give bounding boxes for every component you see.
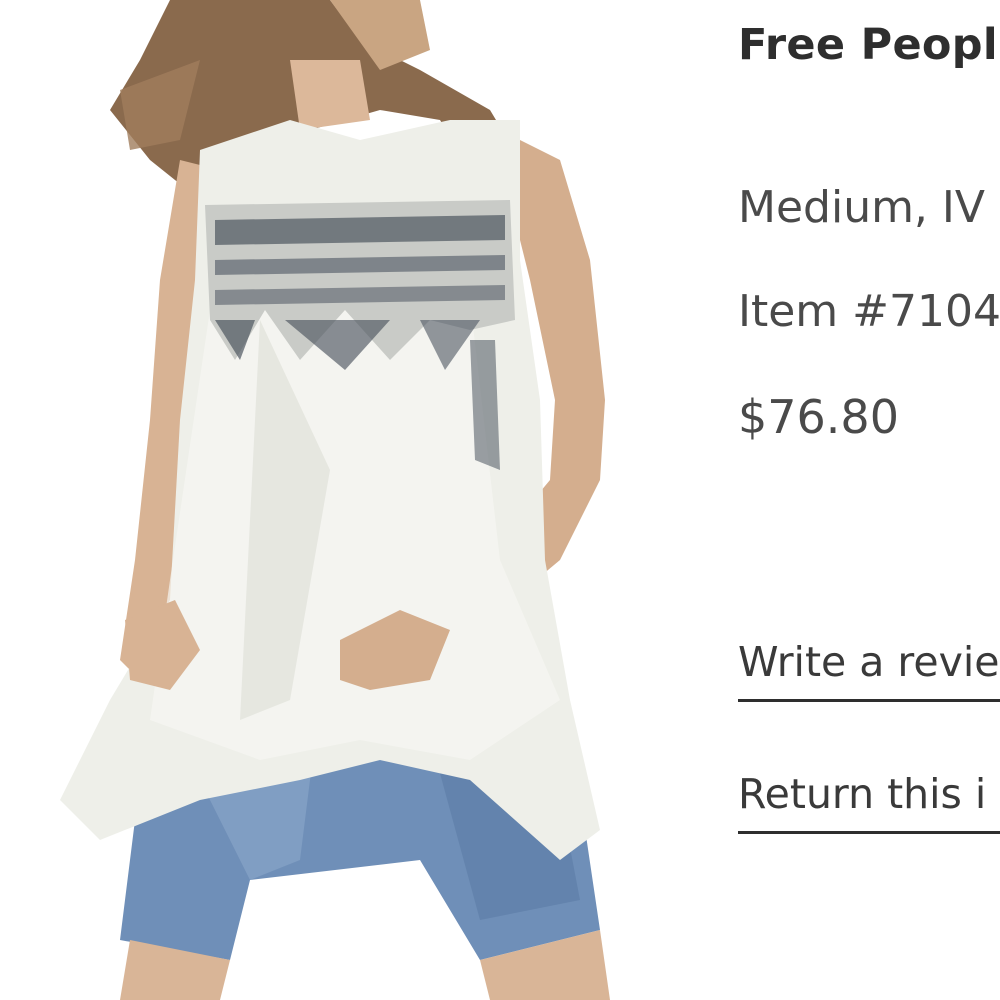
product-photo-icon: [60, 0, 610, 1000]
product-item-number: Item #7104: [738, 286, 1000, 337]
write-review-underline: [738, 699, 1000, 702]
product-details: Free Peopl Medium, IV Item #7104 $76.80 …: [738, 0, 1000, 1000]
product-image[interactable]: [0, 0, 700, 1000]
return-item-link[interactable]: Return this i: [738, 770, 986, 818]
return-item-underline: [738, 831, 1000, 834]
product-brand: Free Peopl: [738, 20, 998, 70]
write-review-link[interactable]: Write a revie: [738, 638, 1000, 686]
product-variant: Medium, IV: [738, 182, 985, 233]
product-price: $76.80: [738, 390, 899, 444]
